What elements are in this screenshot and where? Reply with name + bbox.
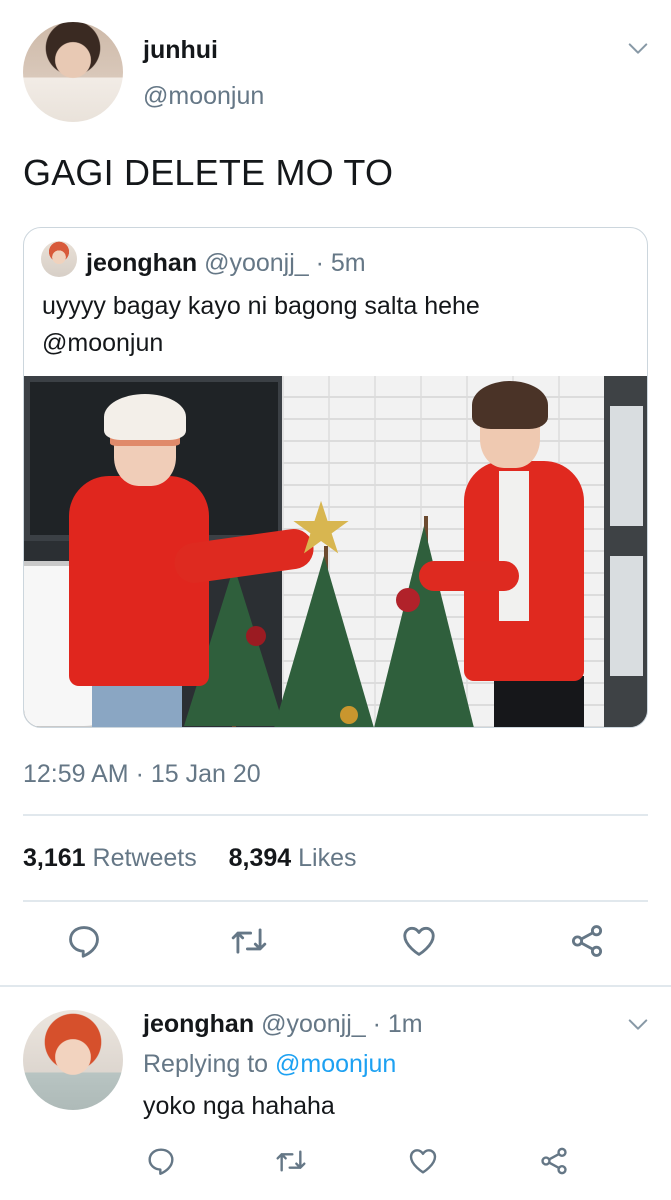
retweet-icon (276, 1150, 306, 1172)
tweet-stats: 3,161 Retweets 8,394 Likes (23, 844, 357, 873)
person-arm (419, 561, 519, 591)
reply-reply-button[interactable] (145, 1145, 177, 1177)
quoted-tweet-card[interactable]: jeonghan @yoonjj_ · 5m uyyyy bagay kayo … (23, 227, 648, 728)
reply-text: yoko nga hahaha (143, 1092, 335, 1120)
quoted-author-avatar (41, 241, 77, 277)
tree-star-topper: ★ (288, 489, 354, 569)
chevron-down-icon[interactable] (627, 1014, 649, 1036)
ornament (340, 706, 358, 724)
reply-author-name[interactable]: jeonghan (143, 1010, 254, 1038)
reply-share-button[interactable] (538, 1145, 570, 1177)
like-icon (409, 1149, 437, 1174)
divider (23, 814, 648, 816)
ornament (246, 626, 266, 646)
author-avatar[interactable] (23, 22, 123, 122)
retweets-label: Retweets (92, 844, 197, 872)
christmas-tree (374, 526, 474, 727)
person-legs (494, 676, 584, 727)
replying-to: Replying to @moonjun (143, 1050, 396, 1079)
quoted-tweet-text: uyyyy bagay kayo ni bagong salta hehe @m… (42, 288, 632, 362)
divider (0, 985, 671, 987)
tweet-text: GAGI DELETE MO TO (23, 152, 394, 193)
share-button[interactable] (568, 922, 606, 960)
replying-to-link[interactable]: @moonjun (275, 1050, 396, 1078)
photo-window (604, 376, 647, 727)
author-handle[interactable]: @moonjun (143, 82, 264, 111)
reply-button[interactable] (65, 922, 103, 960)
reply-icon (148, 1148, 174, 1175)
replying-to-prefix: Replying to (143, 1050, 269, 1078)
retweet-button[interactable] (230, 922, 268, 960)
person-hair (472, 381, 548, 429)
person-shirt (499, 471, 529, 621)
like-button[interactable] (400, 922, 438, 960)
quoted-author-handle: @yoonjj_ (204, 249, 309, 277)
quoted-author-name: jeonghan (86, 249, 198, 277)
person-beret (104, 394, 186, 440)
reply-header: jeonghan @yoonjj_ · 1m (143, 1010, 423, 1039)
reply-icon (69, 926, 99, 958)
reply-retweet-button[interactable] (275, 1145, 307, 1177)
ornament (396, 588, 420, 612)
like-icon (403, 926, 435, 956)
quoted-tweet-photo[interactable]: ★ (24, 376, 647, 727)
christmas-tree (274, 556, 374, 727)
quoted-text-mention: @moonjun (42, 329, 164, 357)
quoted-tweet-header: jeonghan @yoonjj_ · 5m (86, 249, 366, 278)
share-icon (571, 925, 603, 957)
retweets-count: 3,161 (23, 844, 86, 872)
quoted-text-line: uyyyy bagay kayo ni bagong salta hehe (42, 292, 480, 320)
chevron-down-icon[interactable] (627, 38, 649, 60)
tweet-timestamp[interactable]: 12:59 AM · 15 Jan 20 (23, 760, 261, 789)
reply-author-handle[interactable]: @yoonjj_ (261, 1010, 366, 1038)
likes-stat[interactable]: 8,394 Likes (229, 844, 357, 872)
quoted-separator: · (315, 249, 324, 277)
likes-label: Likes (298, 844, 357, 872)
reply-like-button[interactable] (407, 1145, 439, 1177)
divider (23, 900, 648, 902)
quoted-time: 5m (330, 249, 366, 277)
reply-separator: · (372, 1010, 381, 1038)
person-legs (92, 681, 182, 727)
reply-author-avatar[interactable] (23, 1010, 123, 1110)
author-name[interactable]: junhui (143, 36, 218, 65)
retweets-stat[interactable]: 3,161 Retweets (23, 844, 197, 872)
reply-time: 1m (387, 1010, 423, 1038)
likes-count: 8,394 (228, 844, 292, 872)
retweet-icon (231, 928, 267, 954)
share-icon (541, 1147, 567, 1175)
